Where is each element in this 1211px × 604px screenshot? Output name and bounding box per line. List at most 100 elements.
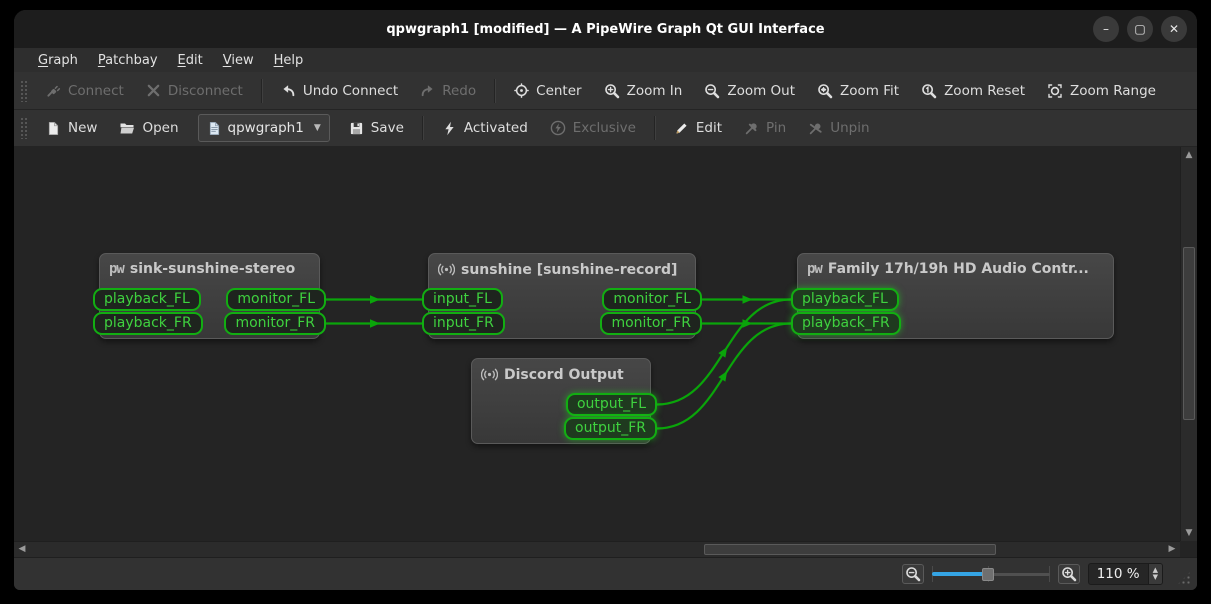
- wire-arrow-icon: [743, 295, 753, 303]
- node-header: Discord Output: [472, 359, 650, 383]
- zoom-in-button[interactable]: [1058, 564, 1080, 584]
- port-sunshine-input-fl[interactable]: input_FL: [422, 288, 503, 311]
- new-button[interactable]: New: [35, 113, 108, 143]
- redo-icon: [420, 83, 435, 98]
- connect-label: Connect: [68, 83, 124, 99]
- pin-button[interactable]: Pin: [733, 113, 797, 143]
- port-sunshine-input-fr[interactable]: input_FR: [422, 312, 505, 335]
- unpin-button[interactable]: Unpin: [797, 113, 880, 143]
- zoom-out-icon: [704, 83, 720, 99]
- vertical-scrollbar[interactable]: ▲ ▼: [1180, 147, 1197, 541]
- disconnect-label: Disconnect: [168, 83, 243, 99]
- toolbar-grip-handle[interactable]: [20, 80, 27, 102]
- toolbar-separator: [261, 79, 263, 103]
- zoom-out-button[interactable]: [902, 564, 924, 584]
- zoom-range-icon: [1047, 83, 1063, 99]
- port-family-playback-fl[interactable]: playback_FL: [791, 288, 899, 311]
- spin-down-icon[interactable]: ▼: [1153, 574, 1158, 581]
- scroll-right-arrow-icon[interactable]: ▶: [1165, 542, 1179, 557]
- zoom-percent-spinbox[interactable]: 110 % ▲ ▼: [1088, 563, 1163, 585]
- connection-wires[interactable]: [14, 147, 1180, 541]
- graph-canvas[interactable]: pwsink-sunshine-stereoplayback_FLplaybac…: [14, 147, 1197, 557]
- zoom-reset-button[interactable]: Zoom Reset: [910, 76, 1036, 106]
- zoom-fit-label: Zoom Fit: [840, 83, 899, 99]
- scroll-up-arrow-icon[interactable]: ▲: [1181, 148, 1197, 162]
- node-sink-sunshine-stereo[interactable]: pwsink-sunshine-stereoplayback_FLplaybac…: [99, 253, 320, 339]
- redo-button[interactable]: Redo: [409, 76, 487, 106]
- ports-right: monitor_FLmonitor_FR: [224, 288, 326, 335]
- scroll-down-arrow-icon[interactable]: ▼: [1181, 526, 1197, 540]
- port-sink-monitor-fl[interactable]: monitor_FL: [226, 288, 326, 311]
- undo-icon: [281, 83, 296, 98]
- node-header: sunshine [sunshine-record]: [429, 254, 695, 278]
- center-label: Center: [536, 83, 581, 99]
- zoom-reset-icon: [921, 83, 937, 99]
- zoom-in-icon: [604, 83, 620, 99]
- maximize-button[interactable]: ▢: [1127, 16, 1153, 42]
- zoom-controls: 110 % ▲ ▼: [902, 563, 1191, 585]
- new-label: New: [68, 120, 97, 136]
- node-family-17h-19h-hd-audio-contr[interactable]: pwFamily 17h/19h HD Audio Contr...playba…: [797, 253, 1114, 339]
- port-sink-monitor-fr[interactable]: monitor_FR: [224, 312, 326, 335]
- menu-bar: GraphPatchbayEditViewHelp: [14, 48, 1197, 72]
- toolbar-separator: [422, 116, 424, 140]
- broadcast-icon: [481, 366, 498, 383]
- window-title: qpwgraph1 [modified] — A PipeWire Graph …: [386, 22, 824, 37]
- ports-left: input_FLinput_FR: [422, 288, 505, 335]
- node-discord-output[interactable]: Discord Outputoutput_FLoutput_FR: [471, 358, 651, 444]
- spinbox-arrows[interactable]: ▲ ▼: [1148, 564, 1162, 584]
- undo-connect-button[interactable]: Undo Connect: [270, 76, 409, 106]
- close-button[interactable]: ✕: [1161, 16, 1187, 42]
- zoom-fit-button[interactable]: Zoom Fit: [806, 76, 910, 106]
- disconnect-button[interactable]: Disconnect: [135, 76, 254, 106]
- broadcast-icon: [438, 261, 455, 278]
- activated-button[interactable]: Activated: [431, 113, 539, 143]
- status-bar: 110 % ▲ ▼: [14, 557, 1197, 590]
- zoom-out-button[interactable]: Zoom Out: [693, 76, 806, 106]
- resize-grip[interactable]: [1177, 571, 1191, 585]
- menu-help[interactable]: Help: [264, 51, 314, 70]
- window-controls: – ▢ ✕: [1093, 10, 1187, 48]
- open-folder-icon: [119, 120, 135, 136]
- toolbar-graph: Connect Disconnect Undo ConnectRedo Center Z…: [14, 72, 1197, 110]
- zoom-in-button[interactable]: Zoom In: [593, 76, 694, 106]
- vertical-scrollbar-thumb[interactable]: [1183, 247, 1195, 420]
- activated-bolt-icon: [442, 121, 457, 136]
- horizontal-scrollbar[interactable]: ◀ ▶: [14, 541, 1180, 557]
- zoom-reset-label: Zoom Reset: [944, 83, 1025, 99]
- horizontal-scrollbar-thumb[interactable]: [704, 544, 996, 555]
- toolbar-grip-handle[interactable]: [20, 117, 27, 139]
- port-sink-playback-fl[interactable]: playback_FL: [93, 288, 201, 311]
- save-label: Save: [371, 120, 404, 136]
- port-sunshine-monitor-fl[interactable]: monitor_FL: [602, 288, 702, 311]
- menu-view[interactable]: View: [213, 51, 264, 70]
- node-header: pwFamily 17h/19h HD Audio Contr...: [798, 254, 1113, 277]
- wire-arrow-icon: [718, 369, 730, 382]
- port-discord-output-fr[interactable]: output_FR: [564, 417, 657, 440]
- scroll-left-arrow-icon[interactable]: ◀: [15, 542, 29, 557]
- port-sunshine-monitor-fr[interactable]: monitor_FR: [600, 312, 702, 335]
- port-sink-playback-fr[interactable]: playback_FR: [93, 312, 203, 335]
- exclusive-button[interactable]: Exclusive: [539, 113, 647, 143]
- zoom-range-button[interactable]: Zoom Range: [1036, 76, 1167, 106]
- wire-arrow-icon: [718, 345, 730, 358]
- unpin-icon: [808, 121, 823, 136]
- node-title: sink-sunshine-stereo: [130, 261, 295, 277]
- menu-patchbay[interactable]: Patchbay: [88, 51, 168, 70]
- port-family-playback-fr[interactable]: playback_FR: [791, 312, 901, 335]
- node-title: sunshine [sunshine-record]: [461, 262, 677, 278]
- port-discord-output-fl[interactable]: output_FL: [566, 393, 657, 416]
- node-sunshine-sunshine-record[interactable]: sunshine [sunshine-record]input_FLinput_…: [428, 253, 696, 339]
- minimize-button[interactable]: –: [1093, 16, 1119, 42]
- edit-button[interactable]: Edit: [663, 113, 733, 143]
- slider-handle[interactable]: [982, 568, 994, 581]
- open-button[interactable]: Open: [108, 113, 189, 143]
- qpwgraph1-combobox[interactable]: qpwgraph1▼: [198, 114, 330, 142]
- zoom-slider[interactable]: [932, 565, 1050, 583]
- center-button[interactable]: Center: [503, 76, 592, 106]
- connect-button[interactable]: Connect: [35, 76, 135, 106]
- unpin-label: Unpin: [830, 120, 869, 136]
- save-button[interactable]: Save: [338, 113, 415, 143]
- menu-edit[interactable]: Edit: [168, 51, 213, 70]
- menu-graph[interactable]: Graph: [28, 51, 88, 70]
